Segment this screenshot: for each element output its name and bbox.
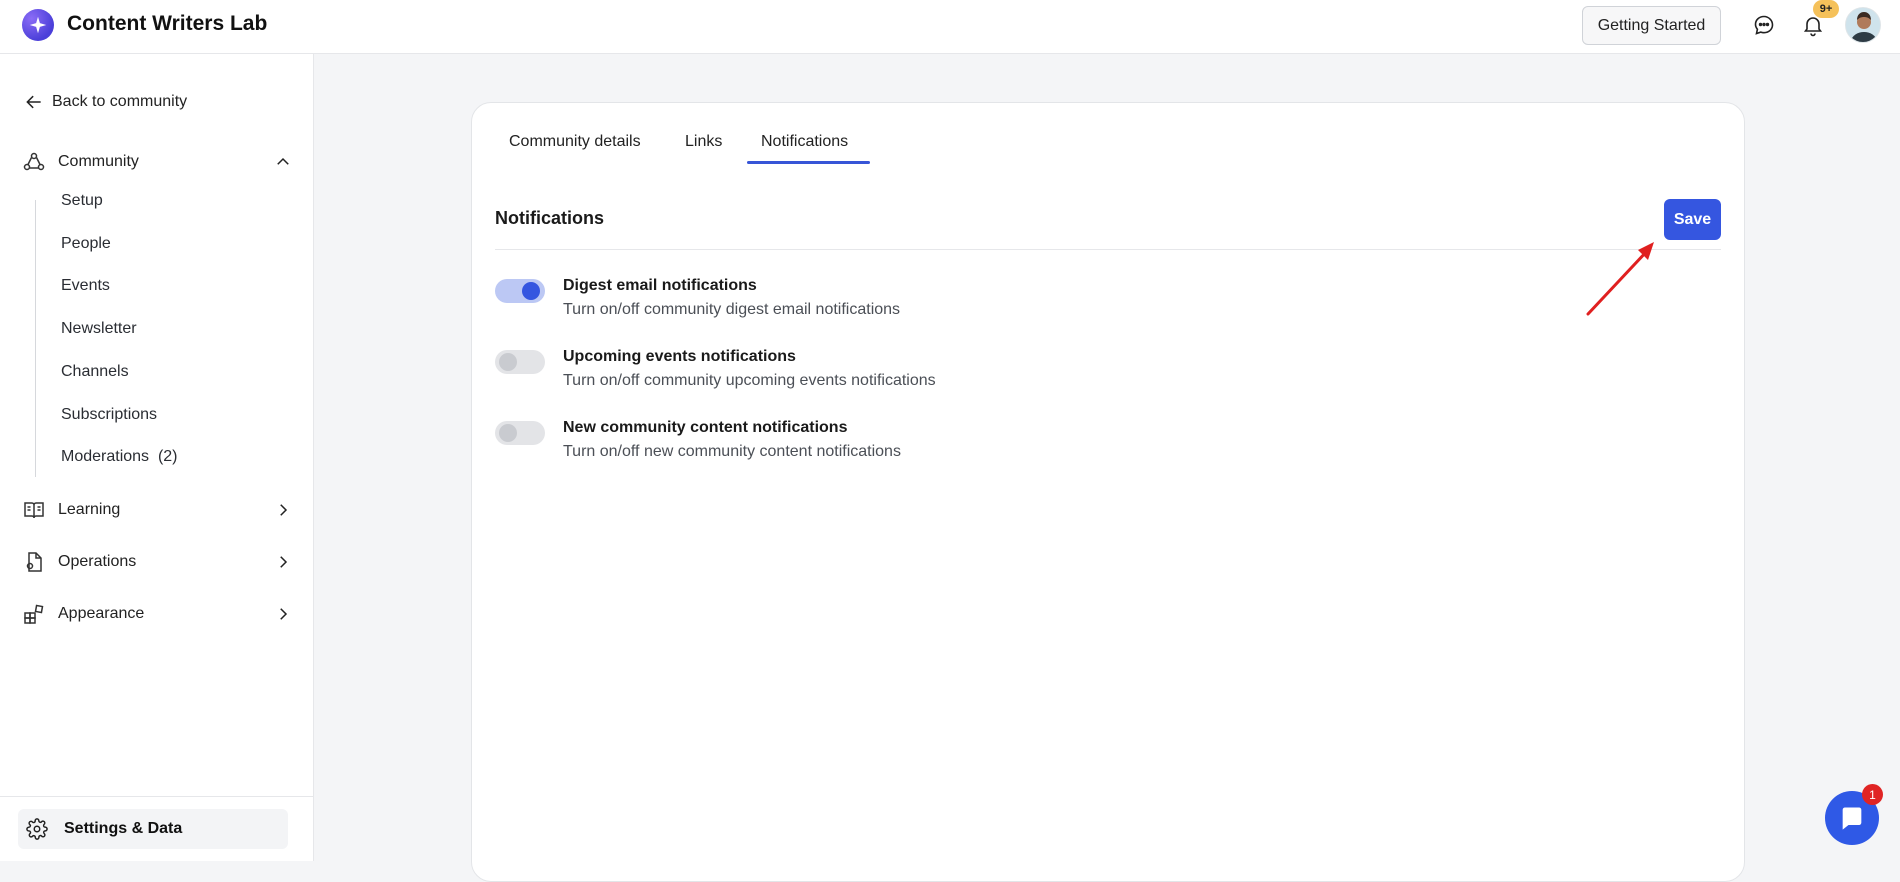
notification-description: Turn on/off new community content notifi… bbox=[563, 443, 901, 460]
notification-badge: 9+ bbox=[1813, 0, 1839, 18]
tab-community-details[interactable]: Community details bbox=[509, 133, 641, 163]
sidebar-item-subscriptions[interactable]: Subscriptions bbox=[61, 406, 157, 424]
sidebar-footer-divider bbox=[0, 796, 314, 797]
sidebar-item-channels[interactable]: Channels bbox=[61, 363, 129, 381]
notification-row-digest: Digest email notifications Turn on/off c… bbox=[495, 277, 1395, 327]
sidebar-item-setup[interactable]: Setup bbox=[61, 192, 103, 210]
community-icon bbox=[22, 150, 46, 174]
sidebar-item-newsletter[interactable]: Newsletter bbox=[61, 320, 137, 338]
section-divider bbox=[495, 249, 1721, 250]
sidebar-item-events[interactable]: Events bbox=[61, 277, 110, 295]
subnav-guide-line bbox=[35, 200, 36, 477]
toggle-knob bbox=[499, 353, 517, 371]
getting-started-button[interactable]: Getting Started bbox=[1582, 6, 1721, 45]
tab-notifications[interactable]: Notifications bbox=[761, 133, 848, 163]
settings-label: Settings & Data bbox=[64, 820, 183, 837]
chevron-right-icon bbox=[280, 504, 288, 516]
save-button[interactable]: Save bbox=[1664, 199, 1721, 240]
app-title[interactable]: Content Writers Lab bbox=[67, 12, 267, 36]
arrow-left-icon bbox=[26, 95, 41, 109]
chevron-right-icon bbox=[280, 608, 288, 620]
sparkle-icon[interactable] bbox=[22, 9, 54, 41]
notification-title: Upcoming events notifications bbox=[563, 348, 796, 365]
settings-card: Community details Links Notifications No… bbox=[471, 102, 1745, 882]
notification-title: New community content notifications bbox=[563, 419, 848, 436]
sidebar-item-moderations[interactable]: Moderations (2) bbox=[61, 448, 178, 466]
document-icon bbox=[22, 550, 46, 574]
chevron-up-icon bbox=[277, 157, 289, 165]
shapes-icon bbox=[22, 602, 46, 626]
sidebar-section-learning[interactable]: Learning bbox=[22, 496, 292, 524]
sidebar-section-operations[interactable]: Operations bbox=[22, 548, 292, 576]
sidebar: Back to community Community Setup People… bbox=[0, 54, 314, 861]
sidebar-section-community[interactable]: Community bbox=[22, 148, 292, 176]
notification-description: Turn on/off community upcoming events no… bbox=[563, 372, 936, 389]
sidebar-section-label: Operations bbox=[58, 553, 137, 570]
sidebar-section-appearance[interactable]: Appearance bbox=[22, 600, 292, 628]
gear-icon bbox=[26, 818, 48, 840]
avatar[interactable] bbox=[1845, 7, 1881, 43]
notification-description: Turn on/off community digest email notif… bbox=[563, 301, 901, 318]
annotation-arrow-icon bbox=[1586, 242, 1654, 316]
settings-and-data-button[interactable]: Settings & Data bbox=[18, 809, 288, 849]
chat-icon bbox=[1842, 807, 1862, 830]
toggle-knob bbox=[499, 424, 517, 442]
digest-email-toggle[interactable] bbox=[495, 279, 545, 303]
upcoming-events-toggle[interactable] bbox=[495, 350, 545, 374]
notification-row-events: Upcoming events notifications Turn on/of… bbox=[495, 348, 1395, 398]
chat-bubble-icon[interactable] bbox=[1752, 13, 1776, 37]
tab-links[interactable]: Links bbox=[685, 133, 722, 163]
top-bar: Content Writers Lab Getting Started 9+ bbox=[0, 0, 1900, 54]
sidebar-section-label: Community bbox=[58, 153, 139, 170]
back-link-label: Back to community bbox=[52, 93, 188, 110]
chat-widget-badge: 1 bbox=[1862, 784, 1883, 805]
sidebar-section-label: Learning bbox=[58, 501, 121, 518]
notification-title: Digest email notifications bbox=[563, 277, 757, 294]
chevron-right-icon bbox=[280, 556, 288, 568]
new-content-toggle[interactable] bbox=[495, 421, 545, 445]
sidebar-item-people[interactable]: People bbox=[61, 235, 111, 253]
book-icon bbox=[22, 498, 46, 522]
toggle-knob bbox=[522, 282, 540, 300]
sidebar-section-label: Appearance bbox=[58, 605, 145, 622]
back-to-community-link[interactable]: Back to community bbox=[24, 92, 187, 112]
section-title: Notifications bbox=[495, 208, 605, 228]
active-tab-indicator bbox=[747, 161, 870, 164]
notification-row-content: New community content notifications Turn… bbox=[495, 419, 1395, 469]
